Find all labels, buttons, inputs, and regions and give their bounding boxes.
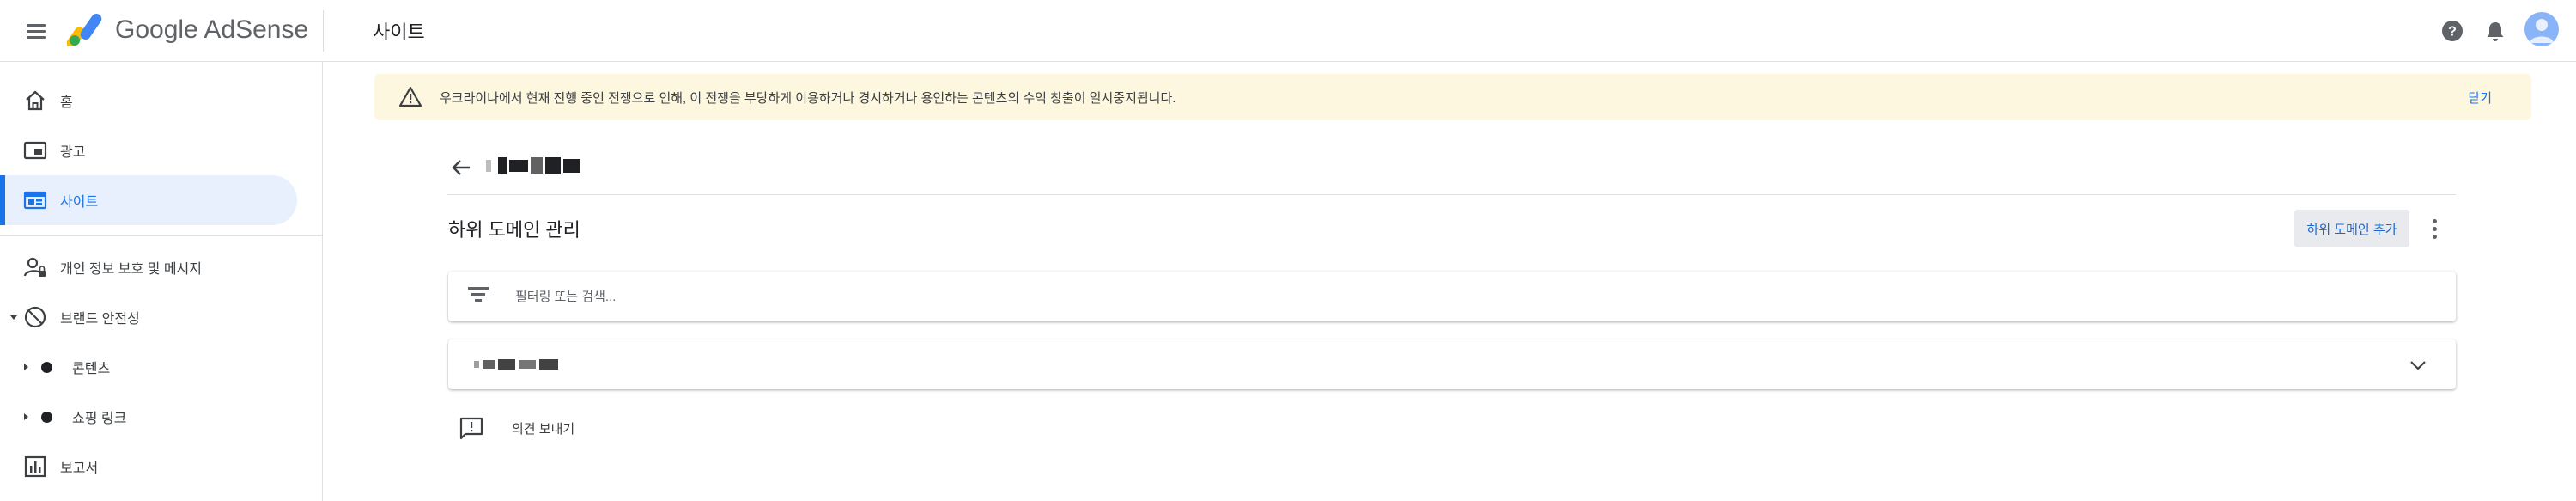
site-name-redacted	[486, 155, 582, 177]
sidebar-item-reports[interactable]: 보고서	[0, 442, 323, 492]
sidebar-item-label: 홈	[60, 95, 73, 110]
feedback-icon	[459, 417, 483, 440]
sidebar-item-sites[interactable]: 사이트	[0, 175, 297, 225]
content-divider	[447, 194, 2456, 195]
page-heading: 사이트	[373, 21, 425, 43]
account-avatar[interactable]	[2524, 12, 2559, 46]
top-app-bar: Google AdSense 사이트 ?	[0, 0, 2576, 62]
sidebar-item-privacy-messaging[interactable]: 개인 정보 보호 및 메시지	[0, 242, 323, 292]
add-subdomain-button[interactable]: 하위 도메인 추가	[2294, 210, 2409, 247]
sidebar-item-home[interactable]: 홈	[0, 76, 323, 125]
dot-icon	[41, 361, 52, 373]
redacted-text	[486, 160, 491, 172]
sidebar-item-label: 개인 정보 보호 및 메시지	[60, 262, 202, 277]
subdomain-list-item[interactable]	[448, 339, 2456, 389]
warning-icon	[398, 86, 422, 107]
svg-text:?: ?	[2448, 25, 2457, 40]
back-arrow-icon[interactable]	[447, 153, 476, 182]
privacy-messaging-icon	[23, 257, 46, 277]
sidebar-item-ads[interactable]: 광고	[0, 125, 323, 175]
more-options-button[interactable]	[2420, 213, 2449, 244]
more-vert-icon-dot	[2432, 218, 2437, 223]
product-name[interactable]: Google AdSense	[115, 15, 308, 45]
redacted-text	[498, 156, 582, 175]
sidebar-item-label: 보고서	[60, 461, 99, 476]
notifications-icon[interactable]	[2480, 15, 2511, 46]
feedback-label: 의견 보내기	[512, 421, 575, 437]
sidebar-nav: 홈 광고 사이트 개인 정보 보호 및 메시지 브랜드 안전성 콘텐츠 쇼핑 링…	[0, 62, 323, 501]
topbar-divider	[323, 10, 324, 52]
banner-message: 우크라이나에서 현재 진행 중인 전쟁으로 인해, 이 전쟁을 부당하게 이용하…	[440, 91, 1176, 106]
menu-icon-line	[27, 35, 46, 39]
help-icon[interactable]: ?	[2437, 15, 2468, 46]
reports-icon	[24, 455, 46, 478]
subdomain-name-redacted	[474, 355, 558, 374]
more-vert-icon-dot	[2432, 226, 2437, 231]
filter-icon[interactable]	[465, 287, 491, 306]
sidebar-item-label: 사이트	[60, 195, 99, 210]
expand-caret-icon[interactable]	[24, 364, 28, 370]
sidebar-item-content[interactable]: 콘텐츠	[0, 342, 323, 392]
filter-bar	[448, 272, 2456, 321]
sidebar-item-label: 광고	[60, 145, 86, 160]
adsense-logo-icon[interactable]	[67, 14, 106, 46]
menu-icon-line	[27, 29, 46, 33]
nav-divider	[0, 235, 323, 236]
sidebar-item-label: 콘텐츠	[72, 362, 111, 376]
dismiss-banner-button[interactable]: 닫기	[2468, 89, 2492, 107]
sidebar-item-shopping-links[interactable]: 쇼핑 링크	[0, 392, 323, 442]
more-vert-icon-dot	[2432, 234, 2437, 239]
sidebar-item-label: 브랜드 안전성	[60, 312, 140, 327]
expand-caret-icon[interactable]	[24, 413, 28, 420]
sidebar-item-label: 쇼핑 링크	[72, 412, 127, 426]
active-indicator	[0, 175, 5, 225]
warning-banner: 우크라이나에서 현재 진행 중인 전쟁으로 인해, 이 전쟁을 부당하게 이용하…	[374, 74, 2531, 120]
sites-icon	[23, 191, 47, 210]
section-title: 하위 도메인 관리	[448, 219, 580, 241]
send-feedback-button[interactable]: 의견 보내기	[457, 412, 574, 443]
sidebar-item-brand-safety[interactable]: 브랜드 안전성	[0, 292, 323, 342]
home-icon	[26, 90, 45, 111]
filter-search-input[interactable]	[515, 282, 2404, 311]
block-icon	[24, 306, 46, 328]
dot-icon	[41, 411, 52, 423]
account-icon	[2530, 19, 2554, 43]
chevron-down-icon[interactable]	[2406, 353, 2430, 377]
expand-caret-icon[interactable]	[10, 315, 17, 320]
main-menu-button[interactable]	[19, 14, 53, 48]
ads-icon	[23, 141, 47, 160]
menu-icon-line	[27, 23, 46, 27]
